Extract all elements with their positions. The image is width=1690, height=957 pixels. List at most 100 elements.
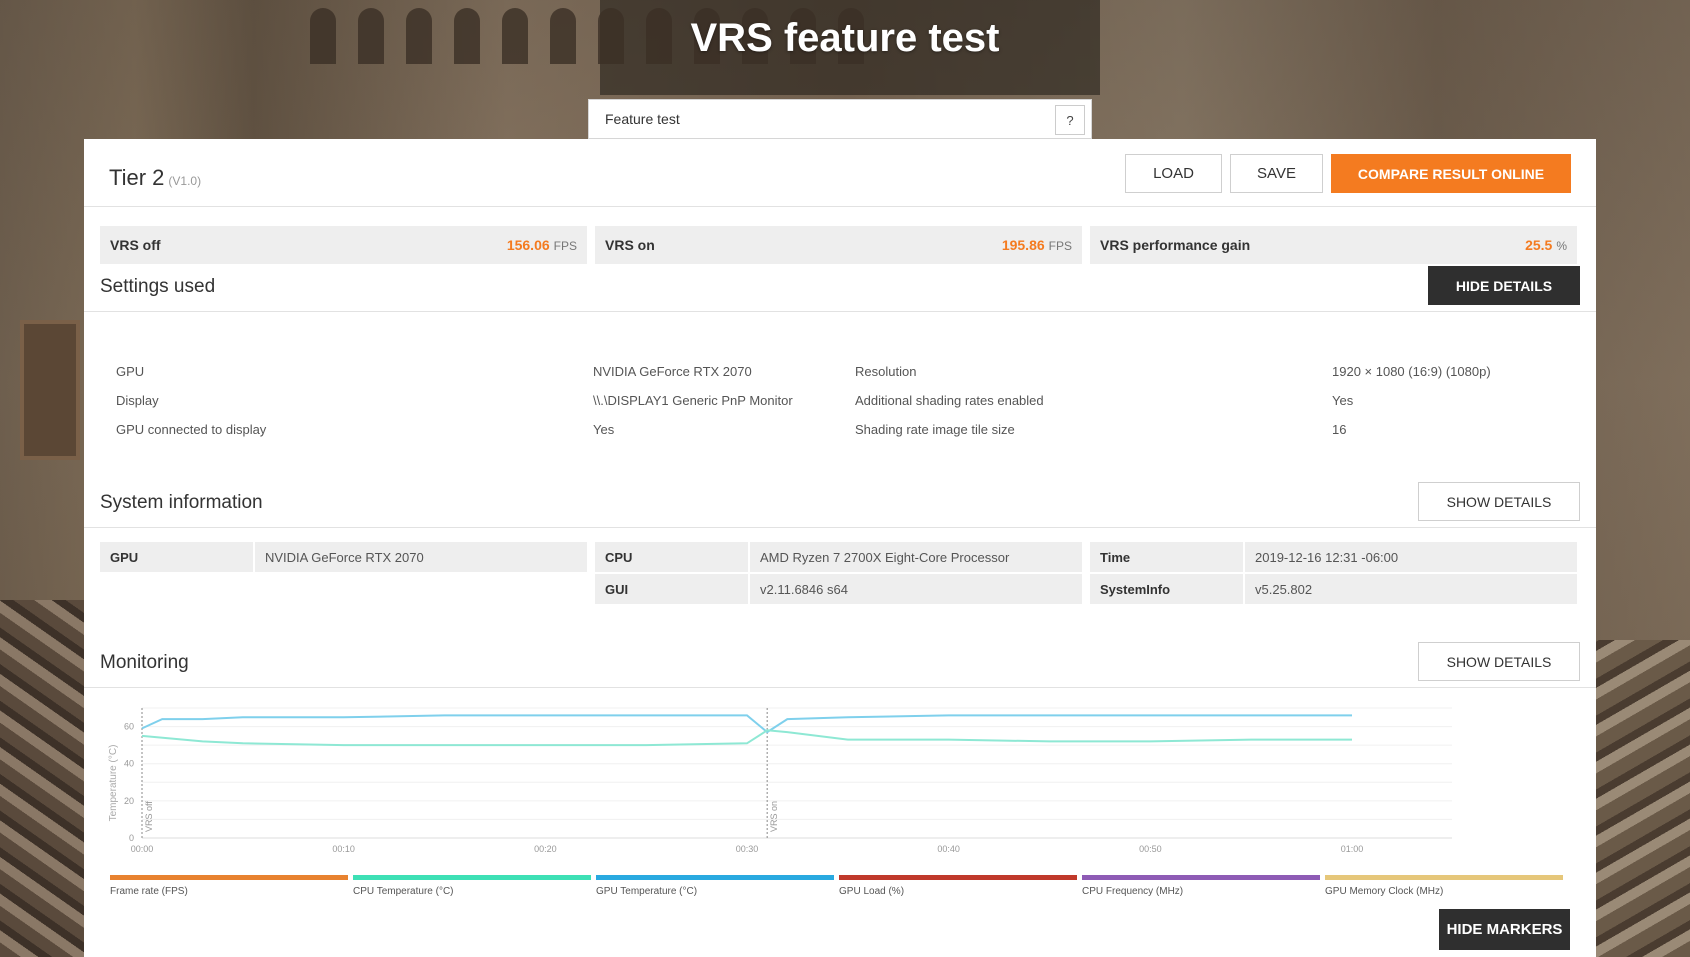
sys-value: 2019-12-16 12:31 -06:00 <box>1245 542 1577 572</box>
hide-markers-button[interactable]: HIDE MARKERS <box>1439 909 1570 950</box>
monitoring-chart: 0 20 40 60 Temperature (°C) 00:00 00:10 00:20 00… <box>100 698 1580 878</box>
legend-swatch <box>1082 875 1320 880</box>
score-unit: FPS <box>1048 239 1072 253</box>
tier-label: Tier 2 <box>109 165 165 190</box>
setting-value: 1920 × 1080 (16:9) (1080p) <box>1332 364 1491 379</box>
legend-swatch <box>110 875 348 880</box>
sys-value: NVIDIA GeForce RTX 2070 <box>255 542 587 572</box>
compare-result-online-button[interactable]: COMPARE RESULT ONLINE <box>1331 154 1571 193</box>
legend-item[interactable]: GPU Memory Clock (MHz) <box>1325 875 1563 897</box>
score-label: VRS on <box>605 237 655 253</box>
x-tick-label: 00:00 <box>131 844 154 854</box>
setting-value: Yes <box>593 422 615 437</box>
sys-key: GPU <box>100 542 253 572</box>
save-button[interactable]: SAVE <box>1230 154 1323 193</box>
legend-item[interactable]: Frame rate (FPS) <box>110 875 348 897</box>
settings-row: Display \\.\DISPLAY1 Generic PnP Monitor… <box>116 386 1576 415</box>
setting-key: GPU <box>116 364 145 379</box>
legend-label: CPU Frequency (MHz) <box>1082 886 1184 897</box>
help-button[interactable]: ? <box>1055 105 1085 135</box>
background-rubble-left <box>0 600 90 957</box>
system-title: System information <box>100 492 263 513</box>
result-title: Tier 2 (V1.0) <box>109 165 201 191</box>
score-vrs-gain: VRS performance gain 25.5% <box>1090 226 1577 264</box>
background-rubble-right <box>1590 640 1690 957</box>
feature-select-value: Feature test <box>605 111 680 127</box>
score-value: 25.5 <box>1525 237 1553 253</box>
legend-item[interactable]: GPU Temperature (°C) <box>596 875 834 897</box>
monitoring-show-details-button[interactable]: SHOW DETAILS <box>1418 642 1580 681</box>
legend-item[interactable]: CPU Frequency (MHz) <box>1082 875 1320 897</box>
version-label: (V1.0) <box>168 174 202 188</box>
sys-column: GPU NVIDIA GeForce RTX 2070 <box>100 542 587 606</box>
legend-item[interactable]: CPU Temperature (°C) <box>353 875 591 897</box>
x-tick-label: 00:10 <box>332 844 355 854</box>
score-unit: % <box>1556 239 1567 253</box>
y-tick-label: 60 <box>124 722 134 732</box>
settings-title: Settings used <box>100 276 216 297</box>
series-line <box>141 714 1352 734</box>
setting-key: Resolution <box>855 364 917 379</box>
x-tick-label: 00:20 <box>534 844 557 854</box>
series-line <box>141 729 1352 747</box>
system-section-header: System information SHOW DETAILS <box>84 482 1596 528</box>
settings-grid: GPU NVIDIA GeForce RTX 2070 Resolution 1… <box>116 357 1576 444</box>
setting-key: Additional shading rates enabled <box>855 393 1044 408</box>
setting-key: Shading rate image tile size <box>855 422 1015 437</box>
monitoring-section-header: Monitoring SHOW DETAILS <box>84 642 1596 688</box>
sys-row-gpu: GPU NVIDIA GeForce RTX 2070 <box>100 542 587 572</box>
show-details-button[interactable]: SHOW DETAILS <box>1418 482 1580 521</box>
legend-label: GPU Temperature (°C) <box>596 886 698 897</box>
settings-row: GPU NVIDIA GeForce RTX 2070 Resolution 1… <box>116 357 1576 386</box>
sys-column: CPU AMD Ryzen 7 2700X Eight-Core Process… <box>595 542 1082 606</box>
setting-value: \\.\DISPLAY1 Generic PnP Monitor <box>593 393 793 408</box>
sys-row-cpu: CPU AMD Ryzen 7 2700X Eight-Core Process… <box>595 542 1082 572</box>
marker-label: VRS off <box>144 801 154 832</box>
setting-value: 16 <box>1332 422 1347 437</box>
chart-legend: Frame rate (FPS) CPU Temperature (°C) GP… <box>110 875 1563 897</box>
marker-label: VRS on <box>769 801 779 832</box>
legend-swatch <box>596 875 834 880</box>
sys-key: GUI <box>595 574 748 604</box>
score-unit: FPS <box>553 239 577 253</box>
sys-key: CPU <box>595 542 748 572</box>
setting-key: GPU connected to display <box>116 422 267 437</box>
legend-label: GPU Load (%) <box>839 886 905 897</box>
sys-value: v2.11.6846 s64 <box>750 574 1082 604</box>
sys-value: v5.25.802 <box>1245 574 1577 604</box>
result-header: Tier 2 (V1.0) LOAD SAVE COMPARE RESULT ON… <box>84 139 1596 207</box>
background-post <box>20 320 80 460</box>
x-tick-label: 00:40 <box>937 844 960 854</box>
setting-value: NVIDIA GeForce RTX 2070 <box>593 364 752 379</box>
sys-row-systeminfo: SystemInfo v5.25.802 <box>1090 574 1577 604</box>
page-title: VRS feature test <box>690 16 1000 60</box>
legend-item[interactable]: GPU Load (%) <box>839 875 1077 897</box>
score-label: VRS off <box>110 237 161 253</box>
legend-swatch <box>353 875 591 880</box>
x-tick-label: 00:50 <box>1139 844 1162 854</box>
legend-swatch <box>1325 875 1563 880</box>
y-tick-label: 40 <box>124 759 134 769</box>
score-value: 156.06 <box>506 237 550 253</box>
legend-label: GPU Memory Clock (MHz) <box>1325 886 1444 897</box>
score-value: 195.86 <box>1001 237 1045 253</box>
score-row: VRS off 156.06 FPS VRS on 195.86 FPS VRS p… <box>100 226 1577 264</box>
y-axis-label: Temperature (°C) <box>108 745 119 822</box>
score-vrs-on: VRS on 195.86 FPS <box>595 226 1082 264</box>
sys-value: AMD Ryzen 7 2700X Eight-Core Processor <box>750 542 1082 572</box>
y-tick-label: 0 <box>129 833 134 843</box>
sys-key: Time <box>1090 542 1243 572</box>
feature-test-select[interactable]: Feature test ? <box>588 99 1092 139</box>
load-button[interactable]: LOAD <box>1125 154 1222 193</box>
legend-label: Frame rate (FPS) <box>110 886 188 897</box>
setting-value: Yes <box>1332 393 1354 408</box>
sys-row-gui: GUI v2.11.6846 s64 <box>595 574 1082 604</box>
hide-details-button[interactable]: HIDE DETAILS <box>1428 266 1580 305</box>
system-info-table: GPU NVIDIA GeForce RTX 2070 CPU AMD Ryze… <box>100 542 1577 606</box>
sys-row-time: Time 2019-12-16 12:31 -06:00 <box>1090 542 1577 572</box>
x-tick-label: 01:00 <box>1341 844 1364 854</box>
x-tick-label: 00:30 <box>736 844 759 854</box>
y-tick-label: 20 <box>124 796 134 806</box>
setting-key: Display <box>116 393 159 408</box>
sys-column: Time 2019-12-16 12:31 -06:00 SystemInfo … <box>1090 542 1577 606</box>
